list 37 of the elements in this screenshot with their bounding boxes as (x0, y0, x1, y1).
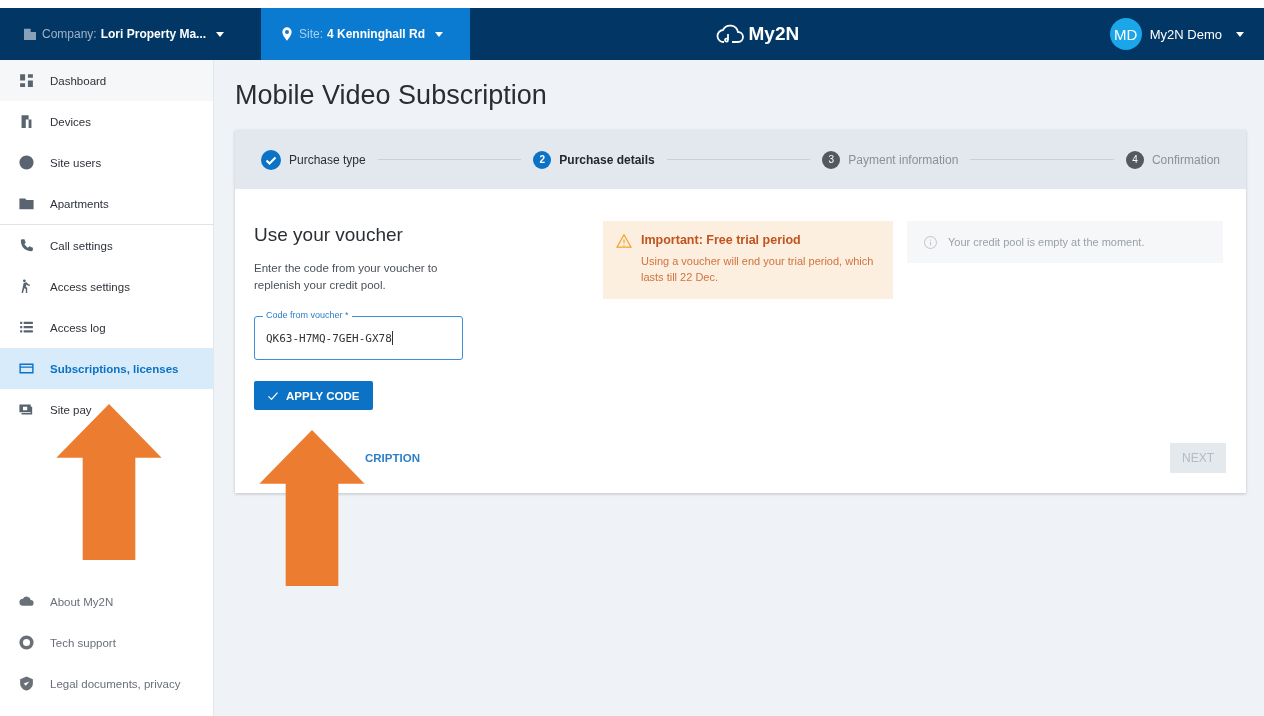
section-heading: Use your voucher (254, 224, 404, 246)
logo-text: My2N (748, 23, 800, 45)
sidebar-item[interactable]: Site users (0, 142, 213, 183)
description-text: Enter the code from your voucher to replenish your credit pool. (254, 261, 439, 293)
step: 4 Confirmation (1125, 150, 1220, 169)
sidebar-item[interactable]: Legal documents, privacy (0, 663, 213, 704)
check-circle-icon (261, 149, 281, 170)
site-selector[interactable]: Site: 4 Kenninghall Rd (261, 8, 470, 60)
warning-title: Important: Free trial period (641, 233, 802, 247)
dashboard-icon (18, 72, 35, 89)
sidebar-item[interactable]: Access settings (0, 266, 213, 307)
phone-icon (18, 237, 35, 254)
sidebar-item[interactable]: Call settings (0, 225, 213, 266)
sidebar-item[interactable]: Access log (0, 307, 213, 348)
sidebar-item[interactable]: Subscriptions, licenses (0, 348, 213, 389)
sidebar-item[interactable]: About My2N (0, 581, 213, 622)
page-title: Mobile Video Subscription (235, 80, 548, 111)
sidebar-item[interactable]: Site pay (0, 389, 213, 430)
sidebar-item[interactable]: Dashboard (0, 60, 213, 101)
cloud-logo-icon (714, 22, 745, 46)
building-icon (22, 26, 38, 42)
step: Purchase type (261, 149, 366, 170)
info-icon (923, 234, 938, 250)
user-menu[interactable]: MD My2N Demo (1103, 8, 1264, 60)
warning-icon (616, 234, 632, 248)
lifebuoy-icon (18, 634, 35, 651)
sidebar-item[interactable]: Tech support (0, 622, 213, 663)
info-text: Your credit pool is empty at the moment. (948, 236, 1145, 248)
sidebar-item[interactable]: Devices (0, 101, 213, 142)
sidebar-item[interactable]: Apartments (0, 183, 213, 224)
subscription-link[interactable]: CRIPTION (365, 452, 420, 464)
step: 2 Purchase details (533, 150, 655, 169)
step: 3 Payment information (822, 150, 959, 169)
shield-icon (18, 675, 35, 692)
location-pin-icon (279, 26, 295, 42)
warning-text: Using a voucher will end your trial period, which lasts till 22 Dec. (641, 254, 875, 285)
apply-code-button[interactable]: APPLY CODE (254, 381, 373, 410)
